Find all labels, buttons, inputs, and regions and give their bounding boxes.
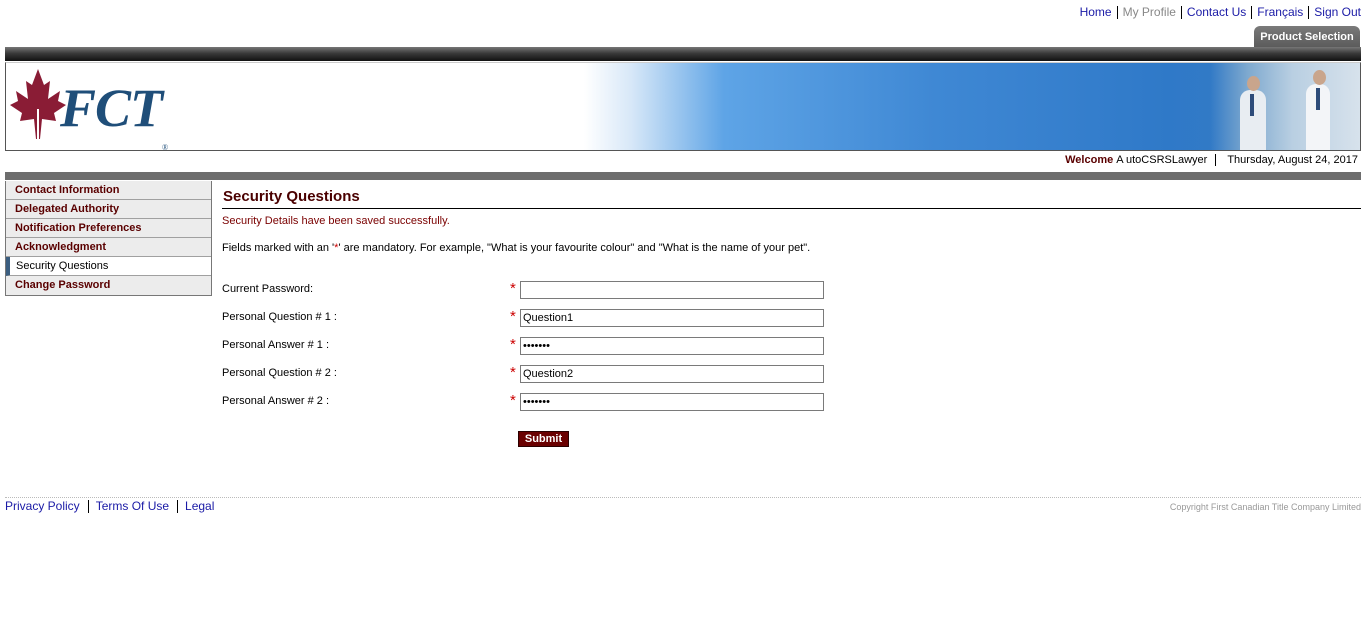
security-form: Current Password: * Personal Question # … (222, 280, 842, 421)
francais-link[interactable]: Français (1252, 5, 1310, 19)
welcome-bar: Welcome A utoCSRSLawyer Thursday, August… (1065, 154, 1358, 166)
sidebar-item-security-questions[interactable]: Security Questions (6, 257, 211, 276)
form-row: Personal Answer # 2 : * (222, 392, 842, 421)
form-row: Personal Question # 1 : * (222, 308, 842, 337)
fct-logo: FCT® (6, 67, 186, 151)
person-figure (1240, 76, 1266, 150)
answer-2-label: Personal Answer # 2 : (222, 395, 330, 407)
footer-divider (5, 497, 1361, 498)
home-link[interactable]: Home (1075, 5, 1118, 19)
top-navigation: Home My Profile Contact Us Français Sign… (1075, 5, 1361, 19)
answer-1-label: Personal Answer # 1 : (222, 339, 330, 351)
page-title: Security Questions (222, 188, 1361, 209)
required-marker: * (510, 336, 516, 353)
sidebar-item-change-password[interactable]: Change Password (6, 276, 211, 295)
question-1-input[interactable] (520, 309, 824, 327)
sidebar: Contact Information Delegated Authority … (5, 181, 212, 296)
banner: FCT® (5, 62, 1361, 151)
copyright-notice: Copyright First Canadian Title Company L… (1169, 502, 1361, 512)
product-selection-tab[interactable]: Product Selection (1254, 26, 1360, 48)
required-marker: * (510, 392, 516, 409)
logo-wordmark: FCT® (60, 78, 168, 151)
username: A utoCSRSLawyer (1116, 154, 1217, 166)
answer-1-input[interactable] (520, 337, 824, 355)
required-marker: * (510, 364, 516, 381)
sidebar-item-contact-information[interactable]: Contact Information (6, 181, 211, 200)
current-date: Thursday, August 24, 2017 (1227, 154, 1358, 166)
sidebar-item-delegated-authority[interactable]: Delegated Authority (6, 200, 211, 219)
maple-leaf-icon (10, 69, 66, 141)
answer-2-input[interactable] (520, 393, 824, 411)
form-row: Personal Question # 2 : * (222, 364, 842, 393)
footer-links: Privacy Policy Terms Of Use Legal (5, 500, 229, 513)
submit-button[interactable]: Submit (518, 431, 569, 447)
required-marker: * (510, 308, 516, 325)
sidebar-item-acknowledgment[interactable]: Acknowledgment (6, 238, 211, 257)
sign-out-link[interactable]: Sign Out (1309, 5, 1361, 19)
sidebar-item-notification-preferences[interactable]: Notification Preferences (6, 219, 211, 238)
form-row: Personal Answer # 1 : * (222, 336, 842, 365)
legal-link[interactable]: Legal (185, 500, 222, 513)
contact-us-link[interactable]: Contact Us (1182, 5, 1253, 19)
form-row: Current Password: * (222, 280, 842, 309)
current-password-label: Current Password: (222, 283, 314, 295)
instructions: Fields marked with an '*' are mandatory.… (222, 242, 811, 254)
question-2-label: Personal Question # 2 : (222, 367, 337, 379)
main-content: Security Questions Security Details have… (222, 188, 1361, 254)
success-message: Security Details have been saved success… (222, 215, 450, 227)
my-profile-link[interactable]: My Profile (1118, 5, 1182, 19)
question-1-label: Personal Question # 1 : (222, 311, 337, 323)
terms-of-use-link[interactable]: Terms Of Use (96, 500, 179, 513)
privacy-policy-link[interactable]: Privacy Policy (5, 500, 89, 513)
required-marker: * (510, 280, 516, 297)
banner-photo (1210, 63, 1360, 150)
person-figure (1306, 70, 1330, 150)
question-2-input[interactable] (520, 365, 824, 383)
divider-bar (5, 172, 1361, 180)
header-bar (5, 47, 1361, 61)
current-password-input[interactable] (520, 281, 824, 299)
welcome-label: Welcome (1065, 154, 1114, 166)
